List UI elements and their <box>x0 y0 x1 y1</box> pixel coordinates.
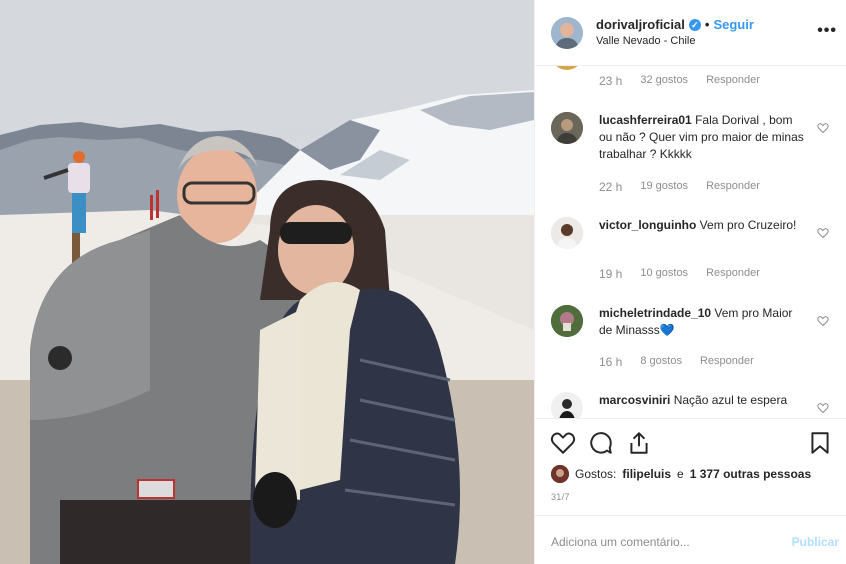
comment-icon[interactable] <box>588 430 614 456</box>
verified-icon: ✓ <box>688 18 701 31</box>
comment-time: 23 h <box>599 74 623 88</box>
comment-text: victor_longuinho Vem pro Cruzeiro! <box>599 217 809 234</box>
share-icon[interactable] <box>626 430 652 456</box>
heart-icon[interactable] <box>550 430 576 456</box>
comment-time: 19 h <box>599 267 623 281</box>
liker-username[interactable]: filipeluis <box>622 467 671 481</box>
liker-avatar-image <box>551 465 569 483</box>
commenter-username[interactable]: lucashferreira01 <box>599 113 692 127</box>
photo-scene <box>0 0 534 564</box>
comment-body: Vem pro Cruzeiro! <box>696 218 797 232</box>
liker-avatar[interactable] <box>551 465 569 483</box>
likes-others[interactable]: 1 377 outras pessoas <box>690 467 811 481</box>
commenter-avatar[interactable] <box>551 392 583 418</box>
author-avatar[interactable] <box>551 17 583 49</box>
reply-button[interactable]: Responder <box>706 267 760 281</box>
reply-button[interactable]: Responder <box>700 355 754 369</box>
commenter-avatar-image <box>551 305 583 337</box>
likes-summary: Gostos: filipeluis e 1 377 outras pessoa… <box>551 465 811 483</box>
follow-button[interactable]: Seguir <box>713 17 753 32</box>
comment-likes[interactable]: 19 gostos <box>640 180 688 194</box>
comment-likes[interactable]: 32 gostos <box>640 74 688 88</box>
comment-body: Nação azul te espera <box>670 393 788 407</box>
commenter-username[interactable]: victor_longuinho <box>599 218 696 232</box>
comment-text: lucashferreira01 Fala Dorival , bom ou n… <box>599 112 809 163</box>
comment-likes[interactable]: 8 gostos <box>640 355 682 369</box>
separator-dot: • <box>704 17 710 32</box>
comment-meta: 22 h 19 gostos Responder <box>599 180 760 194</box>
commenter-avatar[interactable] <box>551 112 583 144</box>
commenter-username[interactable]: micheletrindade_10 <box>599 306 711 320</box>
comment-input[interactable]: Adiciona um comentário... <box>551 535 690 549</box>
commenter-avatar-image <box>551 392 583 418</box>
more-icon[interactable]: ••• <box>817 22 837 40</box>
post-header: dorivaljroficial ✓ • Seguir Valle Nevado… <box>535 0 846 66</box>
commenter-avatar[interactable] <box>551 305 583 337</box>
comment-likes[interactable]: 10 gostos <box>640 267 688 281</box>
comment-meta: 16 h 8 gostos Responder <box>599 355 754 369</box>
heart-icon[interactable] <box>817 226 829 239</box>
heart-icon[interactable] <box>817 121 829 134</box>
post-sidebar: dorivaljroficial ✓ • Seguir Valle Nevado… <box>534 0 846 564</box>
comment-time: 22 h <box>599 180 623 194</box>
comment-text: marcosviniri Nação azul te espera <box>599 392 809 409</box>
commenter-avatar-image <box>551 217 583 249</box>
comment-text: micheletrindade_10 Vem pro Maior de Mina… <box>599 305 809 339</box>
reply-button[interactable]: Responder <box>706 74 760 88</box>
comments-list[interactable]: 23 h 32 gostos Responder lucashferreira0… <box>535 66 846 418</box>
comment-time: 16 h <box>599 355 623 369</box>
commenter-avatar-image <box>551 112 583 144</box>
reply-button[interactable]: Responder <box>706 180 760 194</box>
post-date[interactable]: 31/7 <box>551 492 570 502</box>
likes-prefix: Gostos: <box>575 467 617 481</box>
bookmark-icon[interactable] <box>807 430 833 456</box>
post-photo[interactable] <box>0 0 534 564</box>
author-avatar-image <box>551 17 583 49</box>
publish-button[interactable]: Publicar <box>792 535 839 549</box>
comment-meta: 23 h 32 gostos Responder <box>599 74 760 88</box>
commenter-avatar[interactable] <box>551 66 583 70</box>
heart-icon[interactable] <box>817 314 829 327</box>
add-comment-bar: Adiciona um comentário... Publicar <box>535 515 846 564</box>
heart-icon[interactable] <box>817 401 829 414</box>
author-line: dorivaljroficial ✓ • Seguir <box>596 17 754 32</box>
author-username[interactable]: dorivaljroficial <box>596 17 685 32</box>
commenter-username[interactable]: marcosviniri <box>599 393 670 407</box>
comment-meta: 19 h 10 gostos Responder <box>599 267 760 281</box>
post-actions <box>535 418 846 468</box>
likes-conjunction: e <box>677 467 684 481</box>
commenter-avatar[interactable] <box>551 217 583 249</box>
post-location[interactable]: Valle Nevado - Chile <box>596 35 695 47</box>
